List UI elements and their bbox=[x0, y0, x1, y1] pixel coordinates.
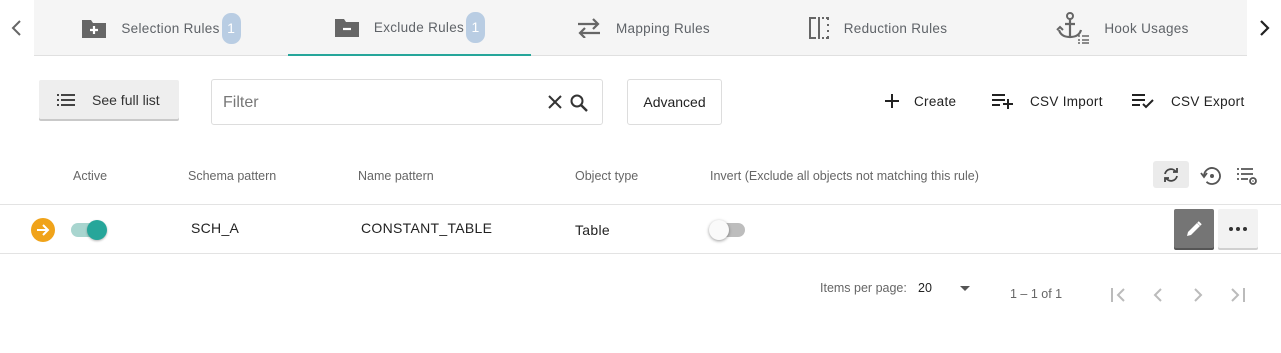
column-header-object-type[interactable]: Object type bbox=[575, 169, 638, 183]
csv-export-button[interactable]: CSV Export bbox=[1132, 88, 1245, 114]
first-page-icon bbox=[1111, 288, 1125, 302]
anchor-list-icon bbox=[1056, 12, 1090, 44]
history-icon bbox=[1200, 167, 1221, 185]
last-page-icon bbox=[1231, 288, 1245, 302]
tab-scroll-right-button[interactable] bbox=[1247, 0, 1281, 56]
refresh-icon bbox=[1164, 167, 1178, 182]
cell-schema-pattern: SCH_A bbox=[191, 220, 240, 236]
clear-filter-button[interactable] bbox=[545, 92, 565, 112]
folder-minus-icon bbox=[334, 19, 359, 37]
column-header-active[interactable]: Active bbox=[73, 169, 107, 183]
csv-import-button[interactable]: CSV Import bbox=[992, 88, 1103, 114]
history-button[interactable] bbox=[1198, 163, 1224, 189]
list-settings-icon bbox=[1237, 168, 1257, 185]
create-label: Create bbox=[914, 93, 957, 109]
chevron-right-icon bbox=[1260, 20, 1270, 36]
see-full-list-button[interactable]: See full list bbox=[39, 80, 179, 119]
invert-toggle[interactable] bbox=[709, 219, 747, 241]
edit-button[interactable] bbox=[1174, 209, 1214, 248]
items-per-page-value: 20 bbox=[918, 281, 932, 295]
page-range-label: 1 – 1 of 1 bbox=[1010, 287, 1063, 301]
list-icon bbox=[57, 93, 75, 106]
playlist-add-icon bbox=[992, 94, 1013, 109]
column-settings-button[interactable] bbox=[1234, 163, 1260, 189]
count-badge: 1 bbox=[466, 11, 486, 43]
items-per-page-label: Items per page: bbox=[820, 281, 907, 295]
last-page-button[interactable] bbox=[1225, 283, 1249, 307]
search-icon bbox=[570, 94, 588, 112]
pencil-icon bbox=[1187, 220, 1202, 236]
advanced-label: Advanced bbox=[643, 94, 706, 110]
tab-mapping-rules[interactable]: Mapping Rules bbox=[531, 0, 755, 56]
more-actions-button[interactable] bbox=[1218, 209, 1258, 248]
csv-export-label: CSV Export bbox=[1171, 93, 1245, 109]
dropdown-arrow-icon bbox=[960, 286, 970, 291]
see-full-list-label: See full list bbox=[92, 91, 160, 108]
toggle-thumb bbox=[87, 220, 107, 240]
count-badge: 1 bbox=[221, 12, 241, 44]
chevron-left-icon bbox=[1153, 288, 1162, 302]
cell-name-pattern: CONSTANT_TABLE bbox=[361, 220, 493, 236]
tab-selection-rules[interactable]: Selection Rules 1 bbox=[34, 0, 288, 56]
tab-label: Reduction Rules bbox=[843, 20, 948, 36]
plus-icon bbox=[885, 94, 899, 108]
advanced-button[interactable]: Advanced bbox=[627, 79, 722, 125]
row-open-button[interactable] bbox=[31, 218, 55, 242]
tab-label: Selection Rules bbox=[121, 20, 220, 36]
tab-bar: Selection Rules 1 Exclude Rules 1 Mappin… bbox=[0, 0, 1281, 56]
column-header-schema-pattern[interactable]: Schema pattern bbox=[188, 169, 276, 183]
refresh-button[interactable] bbox=[1153, 161, 1189, 188]
folder-plus-icon bbox=[82, 20, 107, 38]
tab-reduction-rules[interactable]: Reduction Rules bbox=[755, 0, 1000, 56]
first-page-button[interactable] bbox=[1107, 283, 1131, 307]
close-icon bbox=[548, 95, 562, 109]
tab-hook-usages[interactable]: Hook Usages bbox=[1000, 0, 1245, 56]
split-column-icon bbox=[808, 17, 829, 39]
chevron-right-icon bbox=[1194, 288, 1203, 302]
active-toggle[interactable] bbox=[71, 219, 108, 241]
create-button[interactable]: Create bbox=[884, 88, 956, 114]
column-header-invert[interactable]: Invert (Exclude all objects not matching… bbox=[710, 169, 979, 183]
filter-input[interactable] bbox=[223, 92, 543, 114]
search-button[interactable] bbox=[568, 92, 590, 114]
next-page-button[interactable] bbox=[1186, 283, 1210, 307]
tab-scroll-left-button[interactable] bbox=[0, 0, 34, 56]
tab-label: Hook Usages bbox=[1104, 20, 1189, 36]
column-header-name-pattern[interactable]: Name pattern bbox=[358, 169, 434, 183]
row-divider bbox=[0, 253, 1281, 254]
tab-label: Exclude Rules bbox=[373, 19, 465, 35]
arrow-right-icon bbox=[37, 224, 50, 236]
playlist-check-icon bbox=[1132, 94, 1154, 109]
chevron-left-icon bbox=[11, 20, 21, 36]
more-horizontal-icon bbox=[1229, 226, 1247, 231]
previous-page-button[interactable] bbox=[1146, 283, 1170, 307]
tab-label: Mapping Rules bbox=[616, 20, 710, 36]
items-per-page-select[interactable]: 20 bbox=[918, 276, 976, 300]
csv-import-label: CSV Import bbox=[1030, 93, 1103, 109]
tab-exclude-rules[interactable]: Exclude Rules 1 bbox=[288, 0, 531, 56]
swap-arrows-icon bbox=[578, 18, 601, 38]
toggle-thumb bbox=[709, 220, 729, 240]
filter-field bbox=[211, 79, 603, 125]
cell-object-type: Table bbox=[575, 222, 610, 238]
